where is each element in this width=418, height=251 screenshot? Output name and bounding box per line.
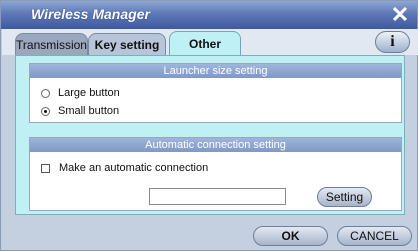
tab-transmission[interactable]: Transmission xyxy=(15,33,88,55)
automatic-connection-group: Automatic connection setting Make an aut… xyxy=(29,137,402,211)
title-bar[interactable]: Wireless Manager ✕ xyxy=(1,1,417,29)
window-title: Wireless Manager xyxy=(31,6,150,22)
wireless-manager-window: Wireless Manager ✕ Transmission Key sett… xyxy=(0,0,418,251)
tab-other[interactable]: Other xyxy=(169,31,241,55)
automatic-connection-label: Make an automatic connection xyxy=(59,162,209,174)
info-icon: i xyxy=(390,33,395,50)
setting-button[interactable]: Setting xyxy=(317,187,372,207)
close-icon: ✕ xyxy=(390,2,410,27)
small-button-option[interactable]: Small button xyxy=(41,105,119,117)
large-button-radio[interactable] xyxy=(41,88,50,98)
info-button[interactable]: i xyxy=(375,31,410,53)
automatic-connection-header: Automatic connection setting xyxy=(30,138,401,152)
close-button[interactable]: ✕ xyxy=(384,2,416,27)
cancel-button[interactable]: CANCEL xyxy=(337,226,412,246)
launcher-size-group: Launcher size setting Large button Small… xyxy=(29,63,402,123)
automatic-connection-option[interactable]: Make an automatic connection xyxy=(41,162,208,174)
launcher-size-header: Launcher size setting xyxy=(30,64,401,78)
large-button-option[interactable]: Large button xyxy=(41,87,120,99)
tab-key-setting[interactable]: Key setting xyxy=(88,33,166,55)
ok-button[interactable]: OK xyxy=(253,226,328,246)
small-button-radio[interactable] xyxy=(41,106,50,116)
large-button-label: Large button xyxy=(58,87,120,99)
small-button-label: Small button xyxy=(58,105,120,117)
connection-name-field[interactable] xyxy=(149,188,286,205)
automatic-connection-checkbox[interactable] xyxy=(41,163,50,173)
